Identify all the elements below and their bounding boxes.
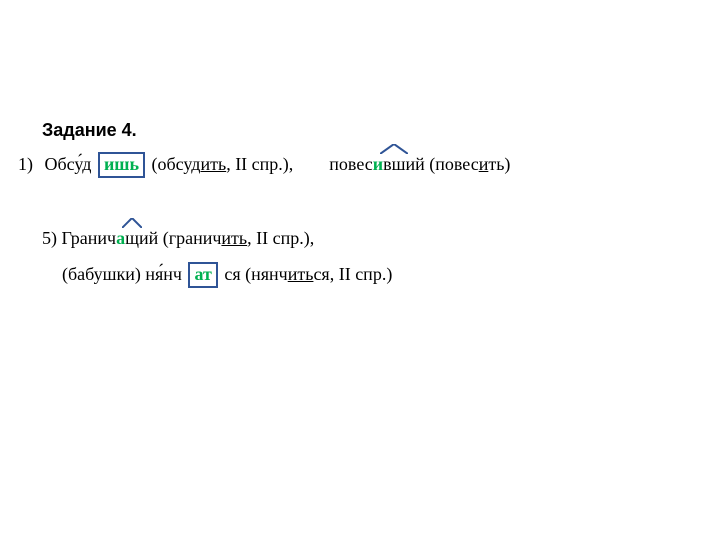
paren-1a-underline: ить	[200, 154, 226, 174]
exercise-title: Задание 4.	[42, 120, 137, 141]
ending-box: ат	[188, 262, 217, 288]
paren-1a-post: , II спр.),	[226, 154, 293, 174]
caret-icon	[380, 144, 408, 154]
paren-1b-underline: и	[479, 154, 489, 174]
paren-1a-pre: (обсуд	[152, 154, 201, 174]
word-1b-stem: повес	[329, 154, 372, 174]
suffix-5a: щ	[125, 228, 139, 249]
word-1b-post: ий (повес	[405, 154, 478, 174]
suffix-5a-text: щ	[125, 228, 139, 248]
caret-icon	[122, 218, 142, 228]
inserted-letter-5a: а	[116, 228, 125, 248]
exercise-page: Задание 4. 1) Обсу́д ишь (обсудить, II с…	[0, 0, 720, 120]
line-1: 1) Обсу́д ишь (обсудить, II спр.), повес…	[18, 152, 510, 178]
word-1a-stem: Обсу́д	[45, 154, 92, 174]
paren-5b-underline: ить	[288, 264, 314, 284]
suffix-1b-text: вш	[383, 154, 405, 174]
word-5b-end: ся, II спр.)	[313, 264, 392, 284]
paren-5a-underline: ить	[221, 228, 247, 248]
word-5a-post: ий (гранич	[139, 228, 221, 248]
word-5a-end: , II спр.),	[247, 228, 314, 248]
line-5: 5) Гранича щий (граничить, II спр.),	[42, 228, 314, 249]
gap	[298, 154, 325, 174]
word-5b-post: ся (нянч	[224, 264, 287, 284]
ending-box: ишь	[98, 152, 145, 178]
suffix-1b: вш	[383, 154, 405, 175]
word-1b-end: ть)	[488, 154, 510, 174]
word-5a-stem: Гранич	[62, 228, 117, 248]
inserted-letter-1b: и	[373, 154, 383, 174]
word-5b-pre: (бабушки) ня́нч	[62, 264, 182, 284]
item-number-1: 1)	[18, 154, 40, 175]
inserted-ending-1a: ишь	[104, 154, 139, 174]
item-number-5: 5)	[42, 228, 57, 248]
line-5b: (бабушки) ня́нч ат ся (нянчиться, II спр…	[62, 262, 392, 288]
inserted-ending-5b: ат	[194, 264, 211, 284]
